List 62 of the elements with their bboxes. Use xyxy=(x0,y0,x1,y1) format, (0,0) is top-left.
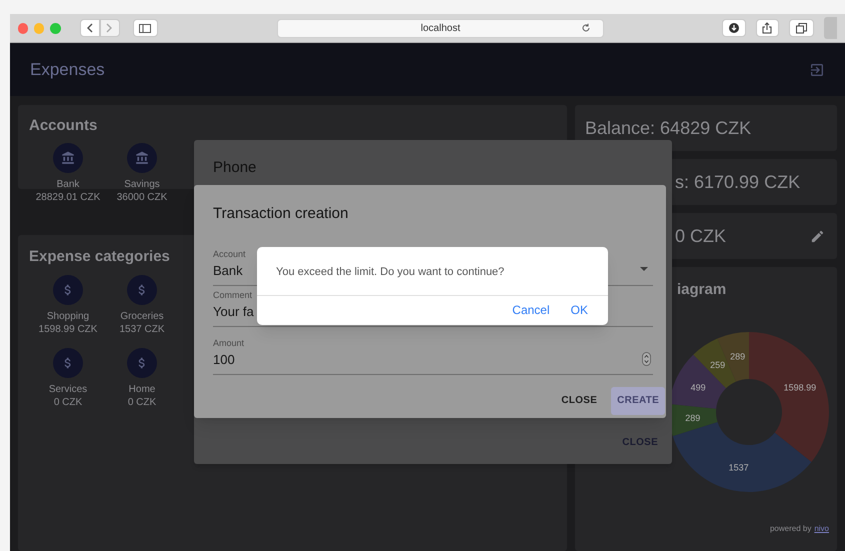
summary-text: s: 6170.99 CZK xyxy=(675,170,800,194)
item-amount: 0 CZK xyxy=(54,396,82,408)
confirm-message: You exceed the limit. Do you want to continue? xyxy=(276,265,504,280)
credit-text: powered by xyxy=(770,522,812,534)
bank-icon xyxy=(135,150,149,164)
card-title: Expense categories xyxy=(29,247,170,267)
cancel-button[interactable]: Cancel xyxy=(512,301,550,320)
app-title: Expenses xyxy=(30,58,105,81)
address-text: localhost xyxy=(420,22,460,36)
field-label: Account xyxy=(213,248,246,260)
slice-label: 289 xyxy=(685,412,700,422)
slice-label: 259 xyxy=(710,360,726,370)
address-bar[interactable]: localhost xyxy=(276,18,604,38)
card-title: Accounts xyxy=(29,116,98,136)
dialog-title: Phone xyxy=(213,158,256,178)
ok-button[interactable]: OK xyxy=(570,301,588,320)
item-name: Shopping xyxy=(46,310,90,322)
item-amount: 28829.01 CZK xyxy=(36,190,100,204)
share-button[interactable] xyxy=(756,19,779,37)
input-field[interactable]: Amount 100 xyxy=(213,338,653,374)
dialog-title: Transaction creation xyxy=(213,204,348,224)
chevron-right-icon xyxy=(106,23,114,33)
slice-label: 499 xyxy=(690,382,706,392)
close-button[interactable]: CLOSE xyxy=(555,386,604,414)
item-amount: 36000 CZK xyxy=(116,190,168,204)
slice-label: 1537 xyxy=(728,462,749,472)
item-name: Home xyxy=(128,382,156,396)
dropdown-arrow-icon xyxy=(640,266,648,270)
summary-text: 0 CZK xyxy=(675,224,726,248)
item-name: Bank xyxy=(56,178,80,190)
tabs-icon xyxy=(796,22,807,34)
logout-icon[interactable] xyxy=(809,62,825,78)
create-button[interactable]: CREATE xyxy=(611,386,665,414)
back-button[interactable] xyxy=(80,19,100,37)
download-button[interactable] xyxy=(722,19,746,37)
field-label: Amount xyxy=(213,338,244,348)
close-window-icon[interactable] xyxy=(18,22,28,34)
pencil-icon[interactable] xyxy=(810,228,825,244)
field-value: Your fa xyxy=(213,304,254,320)
field-label: Comment xyxy=(213,290,252,300)
item-amount: 0 CZK xyxy=(128,396,156,408)
slice-label: 289 xyxy=(730,351,746,362)
chevron-left-icon xyxy=(86,23,94,33)
summary-text: Balance: 64829 CZK xyxy=(585,116,752,140)
spinner-icon[interactable] xyxy=(642,352,651,366)
sidebar-button[interactable] xyxy=(132,19,158,37)
item-amount: 1598.99 CZK xyxy=(38,322,98,336)
share-icon xyxy=(762,22,772,34)
card-title: iagram xyxy=(677,280,726,300)
item-name: Groceries xyxy=(120,310,164,322)
sidebar-icon xyxy=(139,24,152,32)
reload-icon[interactable] xyxy=(581,23,592,33)
item-name: Savings xyxy=(124,178,160,190)
item-amount: 1537 CZK xyxy=(119,322,165,336)
field-value: Bank xyxy=(213,262,243,278)
slice-label: 1598.99 xyxy=(784,382,816,392)
nivo-link[interactable]: nivo xyxy=(814,522,829,534)
download-icon xyxy=(728,23,739,33)
tabs-button[interactable] xyxy=(788,19,814,37)
bank-icon xyxy=(61,150,75,164)
field-value: 100 xyxy=(213,352,235,368)
item-name: Services xyxy=(48,382,88,396)
